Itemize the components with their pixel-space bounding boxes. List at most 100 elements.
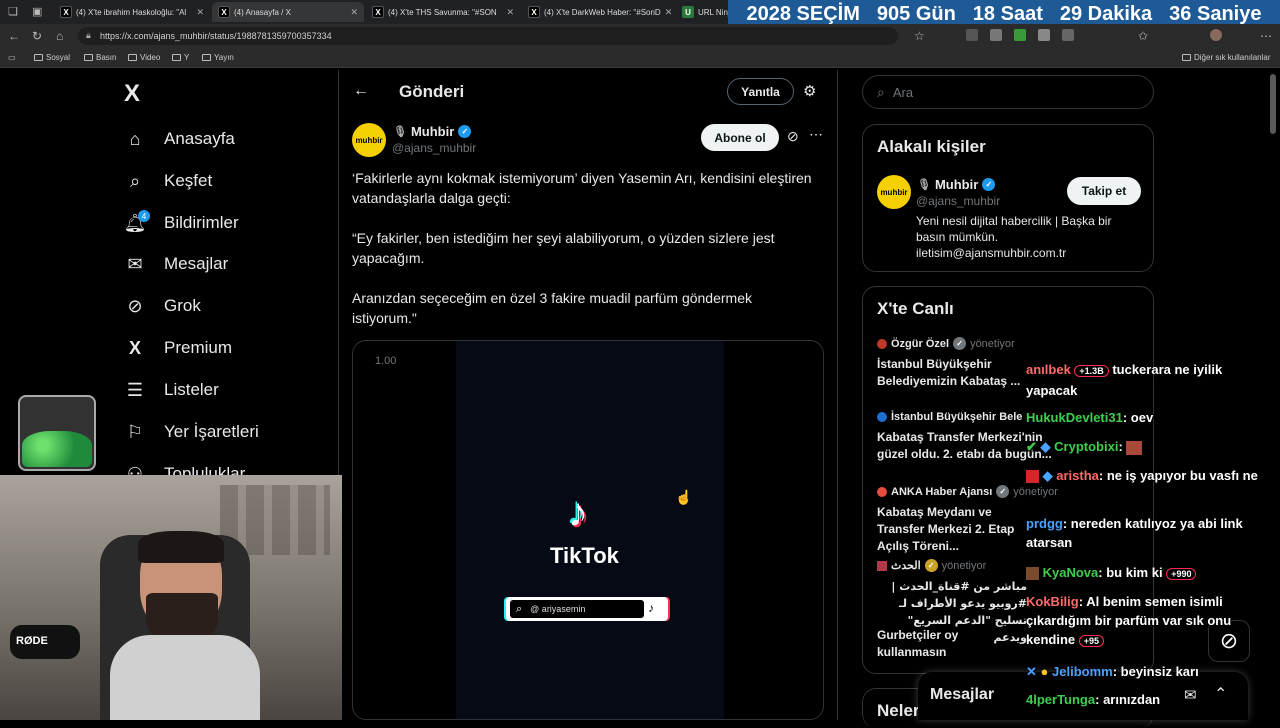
follow-button[interactable]: Takip et: [1067, 177, 1141, 205]
tab-close-icon[interactable]: ✕: [350, 7, 358, 18]
tiktok-search-box: ⌕ @ ariyasemin ♪: [506, 597, 668, 621]
chat-message: prdgg: nereden katılıyoz ya abi link ata…: [1026, 516, 1243, 550]
live-title-text: Gurbetçiler oy kullanmasın: [877, 628, 959, 659]
nav-label: Keşfet: [164, 171, 213, 190]
nav-item-lists[interactable]: ☰ Listeler: [124, 375, 219, 405]
related-name-row[interactable]: 🎙︎ Muhbir ✓: [917, 177, 996, 192]
author-handle[interactable]: @ajans_muhbir: [392, 141, 476, 155]
bookmark-folder[interactable]: Yayın: [202, 53, 234, 62]
url-ninja-favicon-icon: U: [682, 6, 694, 18]
extension-icon[interactable]: [1062, 29, 1074, 41]
more-options-icon[interactable]: ⋯: [809, 126, 823, 143]
tab-close-icon[interactable]: ✕: [506, 7, 514, 18]
nav-item-grok[interactable]: ⊘ Grok: [124, 291, 201, 321]
verified-icon: ✓: [982, 178, 996, 191]
bookmark-label: Sosyal: [46, 53, 71, 62]
related-handle[interactable]: @ajans_muhbir: [916, 194, 1000, 208]
reply-button[interactable]: Yanıtla: [727, 78, 794, 105]
chat-message: 4lperTunga: arınızdan: [1026, 692, 1161, 707]
related-people-title: Alakalı kişiler: [877, 137, 986, 156]
browser-tab-1[interactable]: X (4) X'te ibrahim Haskoloğlu: "Al ✕: [54, 2, 210, 22]
favorites-icon[interactable]: ✩: [1138, 29, 1148, 43]
live-host-avatar: [877, 412, 887, 422]
author-name-row[interactable]: 🎙︎ Muhbir ✓: [393, 124, 472, 139]
nav-item-home[interactable]: ⌂ Anasayfa: [124, 124, 235, 154]
menu-icon[interactable]: ⋯: [1260, 29, 1272, 43]
tab-actions-icon[interactable]: ▣: [32, 5, 42, 18]
workspaces-icon[interactable]: ❏: [8, 5, 18, 18]
back-arrow-icon[interactable]: ←: [353, 82, 369, 100]
nav-item-explore[interactable]: ⌕ Keşfet: [124, 166, 212, 196]
countdown-seconds: 36 Saniye: [1169, 2, 1262, 25]
x-icon: X: [128, 337, 141, 358]
sword-badge-icon: ✕: [1026, 664, 1037, 679]
bookmark-folder[interactable]: Sosyal: [34, 53, 70, 62]
url-input[interactable]: 🔒︎ https://x.com/ajans_muhbir/status/198…: [78, 27, 898, 45]
x-logo[interactable]: X: [124, 80, 140, 108]
bookmark-folder[interactable]: Y: [172, 53, 189, 62]
mic-icon: 🎙︎: [393, 126, 407, 138]
verified-icon: ✓: [996, 485, 1010, 498]
notification-badge: 4: [138, 210, 150, 222]
chat-username: Jelibomm: [1052, 664, 1113, 679]
bookmark-label: Y: [184, 53, 190, 62]
profile-avatar[interactable]: [1210, 29, 1222, 41]
bookmark-folder[interactable]: Basın: [84, 53, 116, 62]
chat-message: ✔ ◆ Cryptobixi:: [1026, 437, 1276, 456]
live-host: الحدث: [891, 560, 921, 572]
related-avatar[interactable]: muhbir: [877, 175, 911, 209]
verified-icon: ✓: [924, 559, 938, 572]
page-scrollbar[interactable]: [1270, 74, 1276, 134]
bookmark-folder[interactable]: Video: [128, 53, 160, 62]
extension-icon[interactable]: [1014, 29, 1026, 41]
nav-label: Bildirimler: [164, 213, 239, 232]
tab-close-icon[interactable]: ✕: [665, 7, 673, 18]
browser-tab-4[interactable]: X (4) X'te DarkWeb Haber: "#SonD ✕: [522, 2, 674, 22]
chat-text: arınızdan: [1103, 692, 1161, 707]
search-placeholder: Ara: [892, 84, 914, 100]
nav-item-notifications[interactable]: 🔔︎ 4 Bildirimler: [124, 208, 239, 238]
person-shirt: [110, 635, 260, 720]
folder-icon: [34, 54, 43, 61]
home-browser-icon[interactable]: ⌂: [56, 29, 63, 43]
related-name: Muhbir: [934, 177, 979, 192]
search-input[interactable]: ⌕ Ara: [862, 75, 1154, 109]
stream-jar-overlay: [18, 395, 96, 471]
grok-icon: ⊘: [127, 295, 143, 316]
bookmarks-icon[interactable]: ▭: [8, 53, 16, 62]
browser-tab-3[interactable]: X (4) X'te THS Savunma: "#SON ✕: [366, 2, 520, 22]
chat-badge: +1.3B: [1074, 365, 1109, 377]
nav-item-bookmarks[interactable]: ⚐ Yer İşaretleri: [124, 417, 259, 447]
nav-item-premium[interactable]: X Premium: [124, 333, 232, 363]
extension-icon[interactable]: [1038, 29, 1050, 41]
chat-text: ne iş yapıyor bu vasfı ne: [1106, 468, 1258, 483]
nav-item-messages[interactable]: ✉ Mesajlar: [124, 249, 228, 279]
browser-tab-2[interactable]: X (4) Anasayfa / X ✕: [212, 2, 364, 22]
post-video[interactable]: 1.00 ♪ TikTok ⌕ @ ariyasemin ♪ ☝: [352, 340, 824, 720]
countdown-label: 2028 SEÇİM: [746, 2, 860, 25]
mic-icon: 🎙︎: [917, 179, 931, 191]
post-text-paragraph: ‘Fakirlerle aynı kokmak istemiyorum’ diy…: [352, 170, 812, 206]
home-icon: ⌂: [129, 128, 141, 149]
browser-tab-5[interactable]: U URL Ninja: [676, 2, 732, 22]
extension-icon[interactable]: [966, 29, 978, 41]
author-avatar[interactable]: muhbir: [352, 123, 386, 157]
filter-icon[interactable]: ⚙: [803, 82, 816, 100]
nav-label: Grok: [164, 296, 201, 315]
bookmark-label: Basın: [96, 53, 117, 62]
back-icon[interactable]: ←: [8, 29, 20, 43]
post-column: ← Gönderi Yanıtla ⚙ muhbir 🎙︎ Muhbir ✓ @…: [338, 70, 838, 720]
chat-username: prdgg: [1026, 516, 1063, 531]
subscribe-button[interactable]: Abone ol: [701, 124, 779, 151]
grok-explain-icon[interactable]: ⊘: [787, 128, 799, 145]
related-people-card: Alakalı kişiler muhbir 🎙︎ Muhbir ✓ @ajan…: [862, 124, 1154, 272]
nav-label: Listeler: [164, 380, 219, 399]
refresh-icon[interactable]: ↻: [32, 29, 42, 43]
tab-title: URL Ninja: [698, 7, 732, 17]
x-favicon-icon: X: [528, 6, 540, 18]
other-bookmarks[interactable]: Diğer sık kullanılanlar: [1182, 53, 1270, 62]
tab-close-icon[interactable]: ✕: [196, 7, 204, 18]
nav-label: Mesajlar: [164, 254, 229, 273]
star-icon[interactable]: ☆: [914, 29, 925, 43]
extension-icon[interactable]: [990, 29, 1002, 41]
